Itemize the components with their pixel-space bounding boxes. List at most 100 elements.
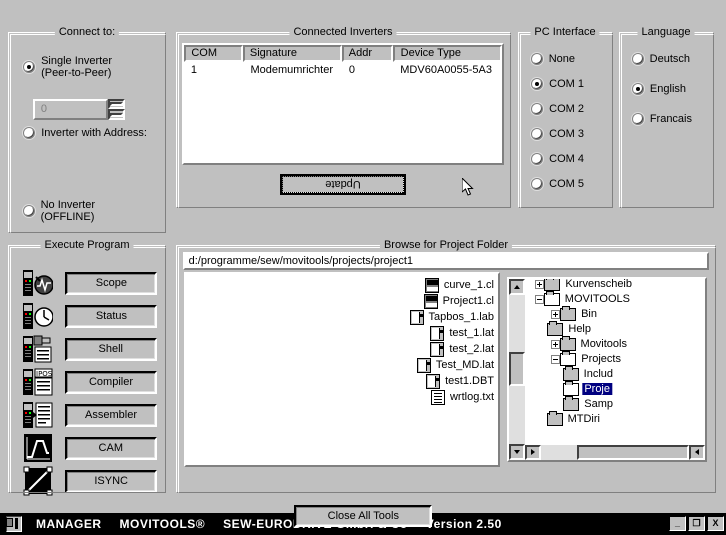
radio-indicator[interactable] bbox=[632, 83, 644, 95]
shell-icon bbox=[23, 334, 53, 364]
folder-closed-icon bbox=[544, 279, 560, 291]
file-list-item[interactable]: test_1.lat bbox=[196, 326, 494, 341]
pc-interface-option-none[interactable]: None bbox=[531, 53, 575, 65]
file-list-item[interactable]: Tapbos_1.lab bbox=[196, 310, 494, 325]
close-button[interactable]: X bbox=[707, 516, 724, 532]
radio-indicator[interactable] bbox=[531, 178, 543, 190]
prog-file-icon bbox=[409, 310, 424, 325]
program-button-compiler[interactable]: Compiler bbox=[65, 371, 157, 394]
program-button-shell[interactable]: Shell bbox=[65, 338, 157, 361]
pc-interface-options[interactable]: None COM 1 COM 2 COM 3 COM 4 COM 5 bbox=[519, 33, 612, 207]
tree-scroll-down-button[interactable] bbox=[509, 444, 525, 460]
language-option-deutsch[interactable]: Deutsch bbox=[632, 53, 690, 65]
pc-interface-option-com-1[interactable]: COM 1 bbox=[531, 78, 584, 90]
program-button-status[interactable]: Status bbox=[65, 305, 157, 328]
connect-to-option-no-inverter[interactable]: No Inverter (OFFLINE) bbox=[23, 199, 95, 223]
radio-indicator[interactable] bbox=[531, 103, 543, 115]
expand-node-button[interactable] bbox=[551, 340, 560, 349]
pc-interface-option-com-3[interactable]: COM 3 bbox=[531, 128, 584, 140]
tree-scroll-left-button[interactable] bbox=[525, 445, 541, 460]
file-list-item[interactable]: Project1.cl bbox=[196, 294, 494, 309]
spinner-down-button[interactable] bbox=[108, 109, 125, 120]
language-option-english[interactable]: English bbox=[632, 83, 686, 95]
spinner-up-button[interactable] bbox=[108, 99, 125, 110]
spinner-buttons[interactable] bbox=[108, 99, 125, 120]
tree-vertical-scrollbar[interactable] bbox=[509, 279, 525, 460]
folder-tree[interactable]: SewKurvenscheibMOVITOOLSBinHelpMovitools… bbox=[509, 279, 705, 460]
window-controls[interactable]: X ❐ _ bbox=[669, 516, 724, 532]
update-button[interactable]: Update bbox=[280, 174, 406, 195]
table-column-header[interactable]: Signature bbox=[243, 45, 343, 62]
radio-indicator[interactable] bbox=[23, 61, 35, 73]
program-button-isync[interactable]: ISYNC bbox=[65, 470, 157, 493]
radio-indicator[interactable] bbox=[23, 205, 35, 217]
connect-to-option-inverter-with-address[interactable]: Inverter with Address: bbox=[23, 127, 147, 139]
radio-indicator[interactable] bbox=[531, 153, 543, 165]
table-row[interactable]: MDV60A0055-5A3 0 Modemumrichter 1 bbox=[184, 62, 502, 78]
tree-node[interactable]: Includ bbox=[563, 367, 615, 382]
file-list-pane[interactable]: curve_1.cl Project1.cl Tapbos_1.lab test_1.… bbox=[184, 272, 500, 467]
radio-indicator[interactable] bbox=[531, 53, 543, 65]
close-all-tools-button[interactable]: Close All Tools bbox=[294, 505, 432, 527]
program-button-assembler[interactable]: Assembler bbox=[65, 404, 157, 427]
minimize-button[interactable]: _ bbox=[669, 516, 686, 532]
file-name-label: test_1.lat bbox=[449, 327, 494, 340]
pc-interface-option-com-5[interactable]: COM 5 bbox=[531, 178, 584, 190]
title-version: Version 2.50 bbox=[425, 517, 502, 531]
tree-node[interactable]: Movitools bbox=[547, 337, 629, 352]
inverter-table[interactable]: Device Type Addr Signature COM MDV60A0055-5… bbox=[182, 43, 504, 165]
project-path-field[interactable]: d:/programme/sew/movitools/projects/proj… bbox=[183, 252, 709, 270]
connect-to-option-single-inverter[interactable]: Single Inverter (Peer-to-Peer) bbox=[23, 55, 112, 79]
tree-scroll-right-button[interactable] bbox=[689, 445, 705, 460]
inverter-address-spinner[interactable]: 0 bbox=[33, 99, 125, 120]
radio-indicator[interactable] bbox=[632, 53, 644, 65]
table-cell-value: MDV60A0055-5A3 bbox=[400, 64, 493, 76]
program-button-cam[interactable]: CAM bbox=[65, 437, 157, 460]
radio-label: Francais bbox=[650, 113, 693, 125]
file-list-item[interactable]: curve_1.cl bbox=[196, 278, 494, 293]
table-column-header[interactable]: Addr bbox=[342, 45, 394, 62]
program-button-scope[interactable]: Scope bbox=[65, 272, 157, 295]
file-list-item[interactable]: test1.DBT bbox=[196, 374, 494, 389]
app-icon[interactable] bbox=[6, 516, 22, 532]
radio-indicator[interactable] bbox=[531, 128, 543, 140]
tree-node[interactable]: Help bbox=[547, 322, 593, 337]
tree-node[interactable]: Bin bbox=[547, 307, 599, 322]
folder-closed-icon bbox=[560, 308, 576, 321]
language-option-francais[interactable]: Francais bbox=[632, 113, 692, 125]
table-column-header[interactable]: COM bbox=[184, 45, 244, 62]
radio-indicator[interactable] bbox=[531, 78, 543, 90]
file-list[interactable]: curve_1.cl Project1.cl Tapbos_1.lab test_1.… bbox=[186, 274, 498, 465]
pc-interface-option-com-4[interactable]: COM 4 bbox=[531, 153, 584, 165]
radio-indicator[interactable] bbox=[23, 127, 35, 139]
tree-scroll-up-button[interactable] bbox=[509, 279, 525, 295]
cam-file-icon bbox=[423, 294, 438, 309]
execute-program-buttons[interactable]: Scope Status Shell Compiler IPOS Assembler CAM… bbox=[9, 246, 165, 496]
table-column-header[interactable]: Device Type bbox=[393, 45, 502, 62]
tree-node[interactable]: MTDiri bbox=[547, 412, 602, 427]
file-list-item[interactable]: wrtlog.txt bbox=[196, 390, 494, 405]
tree-node[interactable]: Projects bbox=[547, 352, 623, 367]
folder-tree-pane[interactable]: SewKurvenscheibMOVITOOLSBinHelpMovitools… bbox=[507, 277, 707, 462]
connect-to-options[interactable]: Single Inverter (Peer-to-Peer) Inverter wi… bbox=[9, 33, 165, 232]
language-options[interactable]: Deutsch English Francais bbox=[620, 33, 713, 207]
tree-node[interactable]: Proje bbox=[563, 382, 612, 397]
expand-node-button[interactable] bbox=[535, 280, 544, 289]
tree-node[interactable]: MOVITOOLS bbox=[531, 292, 632, 307]
pc-interface-option-com-2[interactable]: COM 2 bbox=[531, 103, 584, 115]
file-list-item[interactable]: test_2.lat bbox=[196, 342, 494, 357]
maximize-button[interactable]: ❐ bbox=[688, 516, 705, 532]
collapse-node-button[interactable] bbox=[535, 295, 544, 304]
tree-hscrollbar-thumb[interactable] bbox=[577, 445, 689, 460]
expand-node-button[interactable] bbox=[551, 310, 560, 319]
inverter-address-value-box[interactable]: 0 bbox=[33, 99, 108, 120]
file-list-item[interactable]: Test_MD.lat bbox=[196, 358, 494, 373]
chevron-right-icon bbox=[695, 449, 699, 456]
tree-node[interactable]: Samp bbox=[563, 397, 615, 412]
tree-horizontal-scrollbar[interactable] bbox=[525, 445, 705, 460]
tree-scrollbar-thumb[interactable] bbox=[509, 352, 525, 386]
radio-indicator[interactable] bbox=[632, 113, 644, 125]
collapse-node-button[interactable] bbox=[551, 355, 560, 364]
folder-open-icon bbox=[563, 383, 579, 396]
spin-down-icon bbox=[110, 112, 123, 117]
